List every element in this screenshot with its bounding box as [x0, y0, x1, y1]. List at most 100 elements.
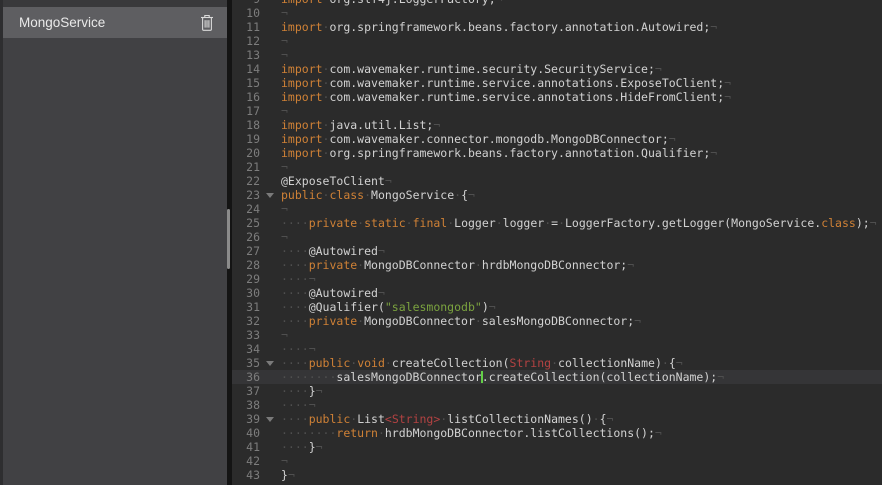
- fold-arrow-icon[interactable]: [266, 417, 274, 422]
- code-line-39[interactable]: 39····public·List<String>·listCollection…: [232, 412, 882, 426]
- line-number[interactable]: 34: [232, 342, 260, 356]
- line-number[interactable]: 11: [232, 20, 260, 34]
- code-line-25[interactable]: 25····private·static·final·Logger·logger…: [232, 216, 882, 230]
- line-number[interactable]: 19: [232, 132, 260, 146]
- line-number[interactable]: 42: [232, 454, 260, 468]
- line-number[interactable]: 10: [232, 6, 260, 20]
- eol-marker: ¬: [281, 160, 288, 174]
- code-text: ¬: [281, 230, 288, 244]
- code-line-40[interactable]: 40········return·hrdbMongoDBConnector.li…: [232, 426, 882, 440]
- code-line-35[interactable]: 35····public·void·createCollection(Strin…: [232, 356, 882, 370]
- code-line-28[interactable]: 28 ····private·MongoDBConnector·hrdbMongo…: [232, 258, 882, 272]
- code-line-14[interactable]: 14import·com.wavemaker.runtime.security.…: [232, 62, 882, 76]
- gutter-spacer: [260, 328, 281, 342]
- line-number[interactable]: 13: [232, 48, 260, 62]
- line-number[interactable]: 17: [232, 104, 260, 118]
- line-number[interactable]: 24: [232, 202, 260, 216]
- line-number[interactable]: 39: [232, 412, 260, 426]
- code-line-24[interactable]: 24 ¬: [232, 202, 882, 216]
- code-text: ¬: [281, 34, 288, 48]
- code-line-41[interactable]: 41····}¬: [232, 440, 882, 454]
- fold-gutter[interactable]: [260, 412, 281, 426]
- gutter-spacer: [260, 160, 281, 174]
- line-number[interactable]: 16: [232, 90, 260, 104]
- line-number[interactable]: 35: [232, 356, 260, 370]
- line-number[interactable]: 38: [232, 398, 260, 412]
- code-line-18[interactable]: 18import·java.util.List;¬: [232, 118, 882, 132]
- code-text: import·org.slf4j.LoggerFactory;¬: [281, 0, 503, 6]
- line-number[interactable]: 40: [232, 426, 260, 440]
- line-number[interactable]: 36: [232, 370, 260, 384]
- code-text: import·com.wavemaker.connector.mongodb.M…: [281, 132, 676, 146]
- line-number[interactable]: 26: [232, 230, 260, 244]
- line-number[interactable]: 33: [232, 328, 260, 342]
- code-line-27[interactable]: 27····@Autowired¬: [232, 244, 882, 258]
- code-line-22[interactable]: 22@ExposeToClient¬: [232, 174, 882, 188]
- code-text: ····@Qualifier("salesmongodb")¬: [281, 300, 496, 314]
- line-number[interactable]: 25: [232, 216, 260, 230]
- line-number[interactable]: 15: [232, 76, 260, 90]
- line-number[interactable]: 23: [232, 188, 260, 202]
- gutter-spacer: [260, 300, 281, 314]
- line-number[interactable]: 18: [232, 118, 260, 132]
- code-text: ¬: [281, 202, 288, 216]
- line-number[interactable]: 28: [232, 258, 260, 272]
- code-line-26[interactable]: 26 ¬: [232, 230, 882, 244]
- line-number[interactable]: 22: [232, 174, 260, 188]
- code-line-19[interactable]: 19 import·com.wavemaker.connector.mongodb…: [232, 132, 882, 146]
- line-number[interactable]: 31: [232, 300, 260, 314]
- code-line-29[interactable]: 29····¬: [232, 272, 882, 286]
- gutter-spacer: [260, 314, 281, 328]
- code-editor[interactable]: 9import·org.slf4j.LoggerFactory;¬10¬11im…: [232, 0, 882, 485]
- line-number[interactable]: 20: [232, 146, 260, 160]
- fold-gutter[interactable]: [260, 356, 281, 370]
- line-number[interactable]: 29: [232, 272, 260, 286]
- code-line-37[interactable]: 37 ····}¬: [232, 384, 882, 398]
- code-line-33[interactable]: 33¬: [232, 328, 882, 342]
- code-line-11[interactable]: 11import·org.springframework.beans.facto…: [232, 20, 882, 34]
- code-line-13[interactable]: 13¬: [232, 48, 882, 62]
- line-number[interactable]: 43: [232, 468, 260, 482]
- eol-marker: ¬: [724, 76, 731, 90]
- line-number[interactable]: 32: [232, 314, 260, 328]
- code-line-43[interactable]: 43 }¬: [232, 468, 882, 482]
- code-line-20[interactable]: 20import·org.springframework.beans.facto…: [232, 146, 882, 160]
- line-number[interactable]: 41: [232, 440, 260, 454]
- delete-service-button[interactable]: [200, 14, 214, 32]
- code-line-21[interactable]: 21 ¬: [232, 160, 882, 174]
- code-line-32[interactable]: 32····private·MongoDBConnector·salesMong…: [232, 314, 882, 328]
- code-line-10[interactable]: 10¬: [232, 6, 882, 20]
- line-number[interactable]: 30: [232, 286, 260, 300]
- code-line-34[interactable]: 34····¬: [232, 342, 882, 356]
- gutter-spacer: [260, 468, 281, 482]
- code-text: }¬: [281, 468, 295, 482]
- line-number[interactable]: 14: [232, 62, 260, 76]
- gutter-spacer: [260, 76, 281, 90]
- line-number[interactable]: 12: [232, 34, 260, 48]
- sidebar-item-mongoservice[interactable]: MongoService: [3, 7, 227, 38]
- code-text: ····private·MongoDBConnector·hrdbMongoDB…: [281, 258, 634, 272]
- code-line-17[interactable]: 17 ¬: [232, 104, 882, 118]
- fold-arrow-icon[interactable]: [266, 193, 274, 198]
- gutter-spacer: [260, 454, 281, 468]
- gutter-spacer: [260, 132, 281, 146]
- code-text: ····}¬: [281, 384, 323, 398]
- code-text: import·com.wavemaker.runtime.service.ann…: [281, 90, 731, 104]
- code-text: ¬: [281, 104, 288, 118]
- code-line-38[interactable]: 38····¬: [232, 398, 882, 412]
- code-line-36[interactable]: 36········salesMongoDBConnector.createCo…: [232, 370, 882, 384]
- code-line-31[interactable]: 31 ····@Qualifier("salesmongodb")¬: [232, 300, 882, 314]
- line-number[interactable]: 21: [232, 160, 260, 174]
- code-line-15[interactable]: 15import·com.wavemaker.runtime.service.a…: [232, 76, 882, 90]
- code-line-30[interactable]: 30····@Autowired¬: [232, 286, 882, 300]
- fold-gutter[interactable]: [260, 188, 281, 202]
- code-line-42[interactable]: 42¬: [232, 454, 882, 468]
- scrollbar-thumb[interactable]: [227, 209, 230, 269]
- line-number[interactable]: 37: [232, 384, 260, 398]
- gutter-spacer: [260, 20, 281, 34]
- code-line-12[interactable]: 12 ¬: [232, 34, 882, 48]
- code-line-16[interactable]: 16 import·com.wavemaker.runtime.service.a…: [232, 90, 882, 104]
- code-line-23[interactable]: 23public·class·MongoService·{¬: [232, 188, 882, 202]
- fold-arrow-icon[interactable]: [266, 361, 274, 366]
- line-number[interactable]: 27: [232, 244, 260, 258]
